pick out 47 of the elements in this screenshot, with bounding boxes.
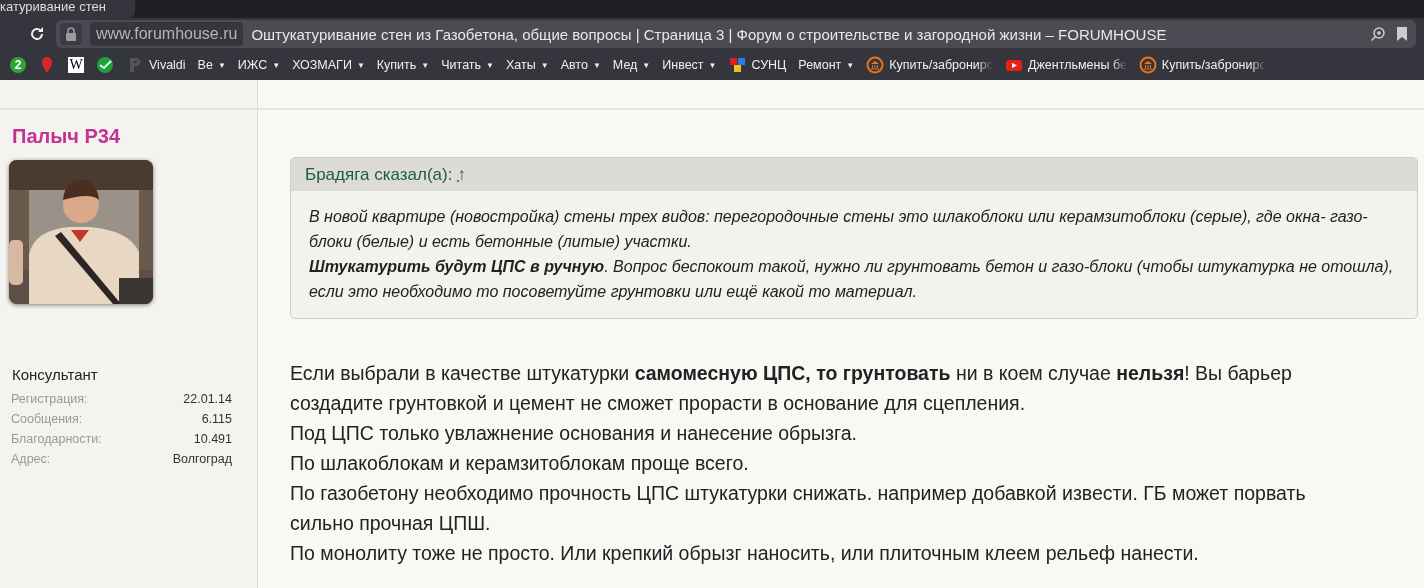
bookmark-item[interactable]: СУНЦ bbox=[722, 56, 793, 74]
bookmark-item[interactable]: Мед ▼ bbox=[606, 58, 657, 72]
bookmark-item[interactable]: Джентльмены бе bbox=[999, 56, 1133, 74]
author-name[interactable]: Палыч Р34 bbox=[12, 125, 257, 148]
quote-author: Брадяга сказал(а): bbox=[305, 165, 453, 185]
bookmark-item[interactable]: Купить/забронирс bbox=[860, 56, 1000, 74]
message-text: По газобетону необходимо прочность ЦПС штукатурки снижать. например добавкой извести. ГБ может порвать сильно прочная ЦПШ. bbox=[290, 481, 1307, 536]
message-text: По шлакоблокам и керамзитоблокам проще всего. bbox=[290, 451, 750, 476]
address-bar[interactable]: www.forumhouse.ru Оштукатуривание стен из Газобетона, общие вопросы | Страница 3 | Форум о строительстве и загородной жизни – FORUMHOUSE bbox=[56, 20, 1416, 48]
bookmark-item[interactable]: ХОЗМАГИ ▼ bbox=[286, 58, 371, 72]
zoom-icon[interactable] bbox=[1370, 26, 1386, 42]
quote-link[interactable]: ↑ bbox=[457, 165, 466, 185]
reload-icon[interactable] bbox=[28, 25, 46, 43]
bookmark-item[interactable]: Vivaldi bbox=[120, 56, 192, 74]
stat-label: Регистрация: bbox=[11, 392, 89, 406]
message-text: По монолиту тоже не просто. Или крепкий обрызг наносить, или плиточным клеем рельеф нанести. bbox=[290, 541, 1200, 566]
stat-value: 6.115 bbox=[200, 412, 232, 426]
bookmark-item[interactable]: ИЖС ▼ bbox=[231, 58, 287, 72]
stat-value: 10.491 bbox=[192, 432, 232, 446]
stat-label: Адрес: bbox=[11, 452, 52, 466]
lock-icon bbox=[65, 27, 77, 41]
page-title: Оштукатуривание стен из Газобетона, общие вопросы | Страница 3 | Форум о строительстве и загородной жизни – FORUMHOUSE bbox=[251, 25, 1168, 43]
stat-label: Сообщения: bbox=[11, 412, 84, 426]
bank-icon bbox=[866, 56, 885, 74]
wiki-icon[interactable]: W bbox=[68, 57, 84, 73]
quote-text: В новой квартире (новостройка) стены трех видов: перегородочные стены это шлакоблоки или керамзитоблоки (серые), где окна- газо-блоки (белые) и есть бетонные (литые) участки. bbox=[309, 207, 1369, 252]
bookmark-item[interactable]: Ремонт ▼ bbox=[792, 58, 861, 72]
bank-icon bbox=[1138, 56, 1157, 74]
cubes-icon bbox=[728, 56, 747, 74]
bookmark-icon[interactable] bbox=[1394, 26, 1410, 42]
url-domain: www.forumhouse.ru bbox=[90, 22, 244, 46]
circle-logo-icon[interactable] bbox=[96, 56, 114, 74]
bookmark-item[interactable]: Ве ▼ bbox=[191, 58, 232, 72]
bookmark-item[interactable]: Купить ▼ bbox=[370, 58, 436, 72]
quote-text: Штукатурить будут ЦПС в ручную. Вопрос беспокоит такой, нужно ли грунтовать бетон и газо-блоки (чтобы штукатурка не отошла), если это необходимо то посоветуйте грунтовки или ещё какой то материал. bbox=[309, 257, 1395, 302]
stat-value: 22.01.14 bbox=[182, 392, 232, 406]
stat-value: Волгоград bbox=[172, 452, 232, 466]
bookmark-item[interactable]: Читать ▼ bbox=[435, 58, 500, 72]
bookmark-item[interactable]: Авто ▼ bbox=[554, 58, 607, 72]
stat-label: Благодарности: bbox=[11, 432, 103, 446]
message-text: Если выбрали в качестве штукатурки самомесную ЦПС, то грунтовать ни в коем случае нельзя! Вы барьер создадите грунтовкой и цемент не сможет прорасти в основание для сцепления. bbox=[290, 361, 1293, 416]
bookmark-item[interactable]: Инвест ▼ bbox=[656, 58, 723, 72]
browser-tab[interactable]: катуривание стен bbox=[0, 0, 135, 18]
bookmark-item[interactable]: Хаты ▼ bbox=[500, 58, 555, 72]
user-title: Консультант bbox=[12, 366, 99, 383]
message-text: Под ЦПС только увлажнение основания и нанесение обрызга. bbox=[290, 421, 858, 446]
bookmark-item[interactable]: Купить/забронирс bbox=[1132, 56, 1272, 74]
